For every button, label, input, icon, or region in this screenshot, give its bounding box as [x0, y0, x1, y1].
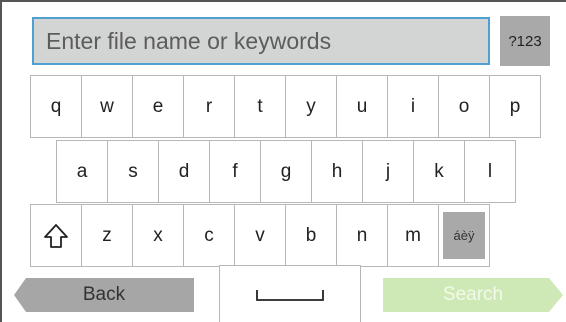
- accent-characters-key[interactable]: áèÿ: [439, 205, 490, 267]
- key-w[interactable]: w: [82, 76, 133, 138]
- key-f[interactable]: f: [210, 141, 261, 203]
- key-v[interactable]: v: [235, 205, 286, 267]
- key-r[interactable]: r: [184, 76, 235, 138]
- key-k[interactable]: k: [414, 141, 465, 203]
- key-d[interactable]: d: [159, 141, 210, 203]
- symbols-mode-key[interactable]: ?123: [500, 16, 550, 66]
- key-m[interactable]: m: [388, 205, 439, 267]
- shift-key[interactable]: [31, 205, 82, 267]
- key-g[interactable]: g: [261, 141, 312, 203]
- accent-key-label: áèÿ: [443, 212, 485, 259]
- search-button-label: Search: [442, 284, 504, 305]
- key-b[interactable]: b: [286, 205, 337, 267]
- search-input[interactable]: Enter file name or keywords: [32, 17, 490, 65]
- key-h[interactable]: h: [312, 141, 363, 203]
- key-z[interactable]: z: [82, 205, 133, 267]
- key-u[interactable]: u: [337, 76, 388, 138]
- key-c[interactable]: c: [184, 205, 235, 267]
- key-q[interactable]: q: [31, 76, 82, 138]
- key-s[interactable]: s: [108, 141, 159, 203]
- key-a[interactable]: a: [57, 141, 108, 203]
- key-l[interactable]: l: [465, 141, 516, 203]
- keyboard-row-3: z x c v b n m áèÿ: [30, 204, 490, 267]
- key-n[interactable]: n: [337, 205, 388, 267]
- key-y[interactable]: y: [286, 76, 337, 138]
- back-button[interactable]: Back: [14, 278, 194, 312]
- search-placeholder: Enter file name or keywords: [46, 27, 332, 54]
- search-button[interactable]: Search: [383, 278, 563, 312]
- key-j[interactable]: j: [363, 141, 414, 203]
- space-key[interactable]: [219, 265, 361, 322]
- back-button-label: Back: [82, 284, 126, 305]
- key-i[interactable]: i: [388, 76, 439, 138]
- shift-arrow-up-icon: [44, 223, 68, 248]
- keyboard-row-1: q w e r t y u i o p: [30, 75, 541, 138]
- key-p[interactable]: p: [490, 76, 541, 138]
- space-bar-icon: [256, 289, 324, 301]
- key-o[interactable]: o: [439, 76, 490, 138]
- key-x[interactable]: x: [133, 205, 184, 267]
- key-t[interactable]: t: [235, 76, 286, 138]
- on-screen-keyboard: Enter file name or keywords ?123 q w e r…: [0, 0, 566, 322]
- key-e[interactable]: e: [133, 76, 184, 138]
- keyboard-row-2: a s d f g h j k l: [56, 140, 516, 203]
